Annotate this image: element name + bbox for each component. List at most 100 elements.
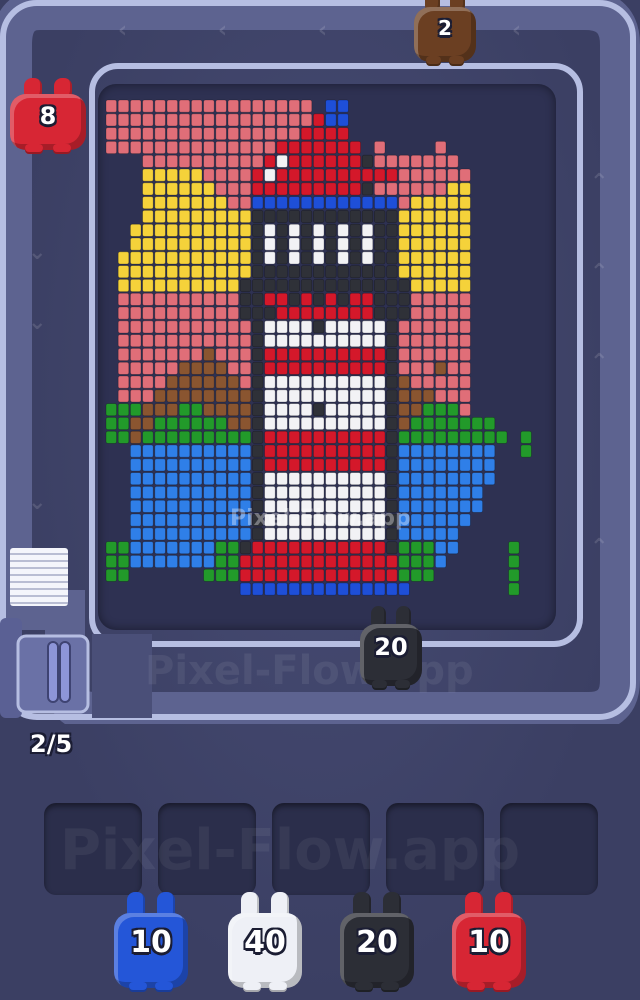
track-shooter-brown[interactable]: 2 <box>414 0 476 66</box>
pixel-block <box>190 113 203 127</box>
pixel-block <box>288 430 301 444</box>
pixel-block <box>312 265 325 279</box>
pixel-block <box>361 472 374 486</box>
pixel-block <box>166 265 179 279</box>
pixel-block <box>203 444 215 458</box>
shooter-count: 20 <box>356 924 398 960</box>
pixel-block <box>276 485 288 499</box>
pixel-block <box>325 541 337 555</box>
pixel-block <box>459 306 471 320</box>
pixel-block <box>410 527 423 541</box>
pixel-block <box>288 416 301 430</box>
pixel-block <box>142 99 154 113</box>
pixel-block <box>288 292 301 306</box>
pixel-block <box>105 140 118 154</box>
pixel-block <box>215 209 227 223</box>
pixel-block <box>129 320 142 334</box>
pixel-block <box>154 182 166 196</box>
pixel-block <box>337 541 349 555</box>
pixel-block <box>215 140 227 154</box>
pixel-block <box>190 154 203 168</box>
pixel-block <box>251 223 264 237</box>
pixel-block <box>337 347 349 361</box>
pixel-block <box>422 182 435 196</box>
pixel-block <box>410 430 423 444</box>
pixel-block <box>276 403 288 417</box>
pixel-block <box>215 416 227 430</box>
deck-shooter-white[interactable]: 40 <box>228 892 302 992</box>
pixel-block <box>288 334 301 348</box>
ammo-stack <box>10 548 68 606</box>
pixel-block <box>508 568 520 582</box>
track-shooter-red[interactable]: 8 <box>10 78 86 154</box>
pixel-block <box>178 334 191 348</box>
pixel-block <box>239 361 252 375</box>
pixel-block <box>203 182 215 196</box>
pixel-block <box>373 582 386 596</box>
pixel-block <box>227 416 240 430</box>
pixel-block <box>459 499 471 513</box>
pixel-block <box>447 237 459 251</box>
pixel-block <box>288 320 301 334</box>
pixel-block <box>215 168 227 182</box>
deck-shooter-blue[interactable]: 10 <box>114 892 188 992</box>
pixel-block <box>154 154 166 168</box>
pixel-block <box>166 403 179 417</box>
pixel-block <box>166 375 179 389</box>
pixel-block <box>361 154 374 168</box>
pixel-block <box>178 361 191 375</box>
pixel-block <box>288 306 301 320</box>
pixel-block <box>227 444 240 458</box>
pixel-block <box>398 196 410 210</box>
pixel-block <box>178 458 191 472</box>
deck-shooter-red[interactable]: 10 <box>452 892 526 992</box>
pixel-block <box>142 499 154 513</box>
pixel-block <box>422 237 435 251</box>
pixel-block <box>349 182 362 196</box>
pixel-block <box>190 375 203 389</box>
pixel-block <box>215 458 227 472</box>
pixel-block <box>239 416 252 430</box>
pixel-block <box>373 292 386 306</box>
pixel-block <box>398 320 410 334</box>
pixel-block <box>495 430 508 444</box>
deck-shooter-black[interactable]: 20 <box>340 892 414 992</box>
pixel-block <box>300 416 313 430</box>
shooter-count: 10 <box>468 924 510 960</box>
pixel-block <box>337 334 349 348</box>
pixel-block <box>410 320 423 334</box>
pixel-block <box>264 568 276 582</box>
pixel-block <box>215 182 227 196</box>
pixel-block <box>410 278 423 292</box>
pixel-block <box>459 320 471 334</box>
pixel-block <box>434 182 447 196</box>
pixel-block <box>276 541 288 555</box>
pixel-block <box>142 485 154 499</box>
pixel-block <box>337 555 349 569</box>
pixel-block <box>300 444 313 458</box>
pixel-block <box>166 389 179 403</box>
pixel-block <box>337 154 349 168</box>
pixel-block <box>337 223 349 237</box>
pixel-block <box>361 334 374 348</box>
pixel-block <box>422 389 435 403</box>
pixel-block <box>312 278 325 292</box>
launcher[interactable] <box>0 618 96 718</box>
pixel-block <box>190 140 203 154</box>
track-shooter-black[interactable]: 20 <box>360 606 422 690</box>
pixel-block <box>434 389 447 403</box>
pixel-block <box>386 278 398 292</box>
pixel-block <box>203 403 215 417</box>
pixel-block <box>215 527 227 541</box>
pixel-block <box>276 582 288 596</box>
pixel-block <box>325 99 337 113</box>
pixel-block <box>142 430 154 444</box>
pixel-block <box>190 127 203 141</box>
pixel-block <box>434 499 447 513</box>
pixel-block <box>434 196 447 210</box>
pixel-block <box>410 251 423 265</box>
pixel-block <box>325 403 337 417</box>
pixel-block <box>215 389 227 403</box>
shooter-count: 40 <box>244 924 286 960</box>
pixel-block <box>166 306 179 320</box>
